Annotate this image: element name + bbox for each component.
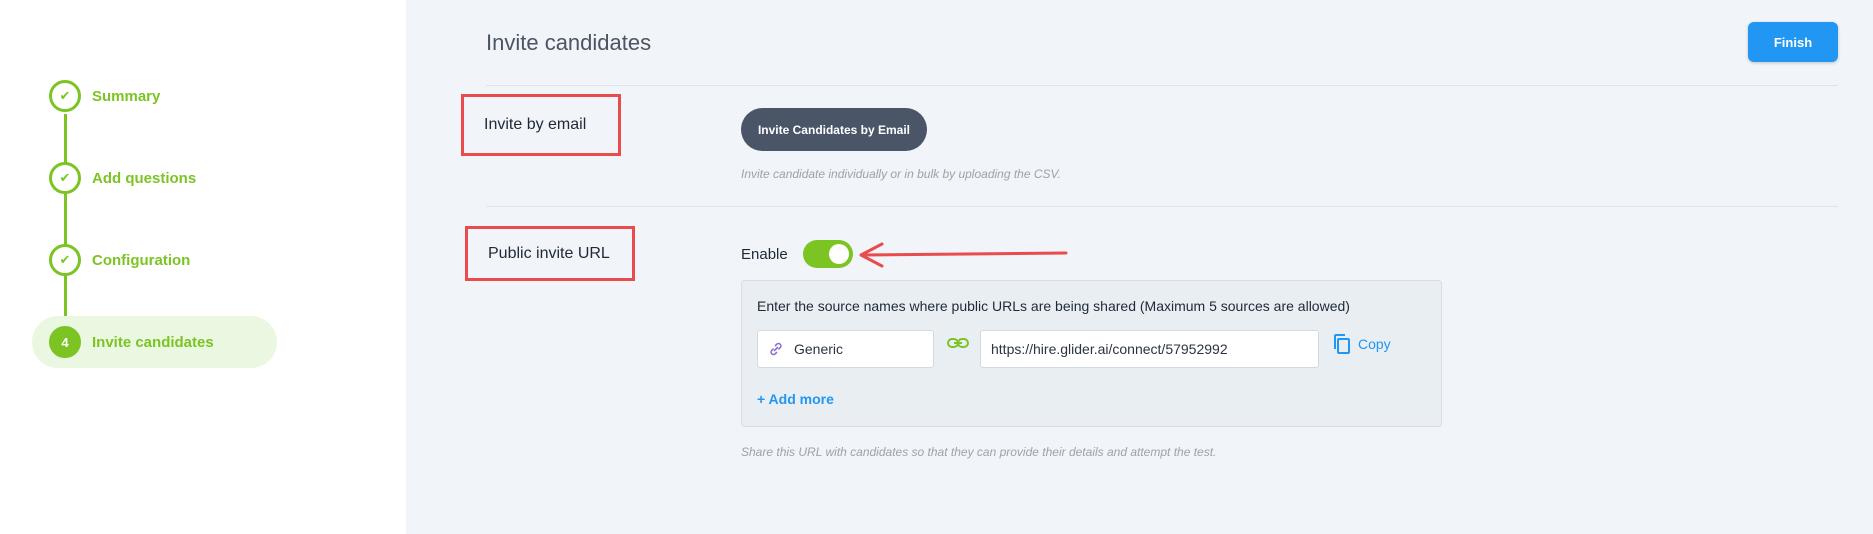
progress-line <box>64 114 67 342</box>
copy-label: Copy <box>1358 336 1391 352</box>
check-icon: ✔ <box>49 244 81 276</box>
page-title: Invite candidates <box>486 30 652 55</box>
step-label: Invite candidates <box>92 333 214 351</box>
enable-label: Enable <box>741 246 788 263</box>
check-icon: ✔ <box>49 80 81 112</box>
step-label: Summary <box>92 87 161 105</box>
public-invite-url-label: Public invite URL <box>465 226 635 281</box>
source-name-input[interactable]: Generic <box>757 330 934 368</box>
add-more-link[interactable]: + Add more <box>757 391 834 407</box>
step-add-questions[interactable]: ✔ Add questions <box>32 152 196 204</box>
step-number: 4 <box>49 326 81 358</box>
public-url-value: https://hire.glider.ai/connect/57952992 <box>991 341 1228 357</box>
public-url-hint: Share this URL with candidates so that t… <box>741 445 1217 459</box>
step-label: Add questions <box>92 169 197 187</box>
source-name-value: Generic <box>794 341 844 357</box>
chain-link-icon <box>947 338 969 348</box>
check-icon: ✔ <box>49 162 81 194</box>
step-invite-candidates[interactable]: 4 Invite candidates <box>32 316 277 368</box>
finish-button[interactable]: Finish <box>1748 22 1838 62</box>
copy-button[interactable]: Copy <box>1332 333 1391 355</box>
step-label: Configuration <box>92 251 191 269</box>
source-instructions: Enter the source names where public URLs… <box>757 298 1350 314</box>
public-url-field[interactable]: https://hire.glider.ai/connect/57952992 <box>980 330 1319 368</box>
source-panel: Enter the source names where public URLs… <box>741 280 1442 427</box>
step-summary[interactable]: ✔ Summary <box>32 70 160 122</box>
enable-toggle[interactable] <box>803 240 853 268</box>
toggle-knob <box>829 244 849 264</box>
sidebar: ✔ Summary ✔ Add questions ✔ Configuratio… <box>0 0 406 534</box>
link-icon <box>768 341 784 357</box>
header-divider <box>486 85 1838 86</box>
section-divider <box>486 206 1838 207</box>
invite-by-email-button[interactable]: Invite Candidates by Email <box>741 108 927 151</box>
copy-icon <box>1334 334 1350 354</box>
step-configuration[interactable]: ✔ Configuration <box>32 234 190 286</box>
invite-email-hint: Invite candidate individually or in bulk… <box>741 167 1061 181</box>
annotation-arrow <box>859 242 1068 268</box>
invite-by-email-label: Invite by email <box>461 94 621 156</box>
